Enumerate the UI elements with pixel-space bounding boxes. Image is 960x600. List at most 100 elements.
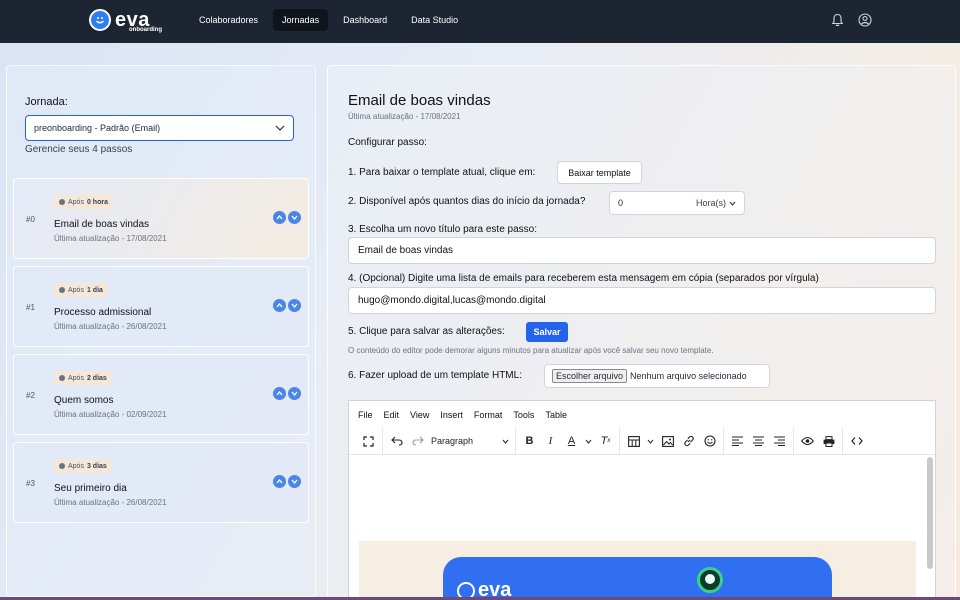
jornada-select[interactable]: preonboarding - Padrão (Email)	[25, 115, 294, 141]
chevron-down-icon	[502, 439, 509, 444]
download-template-button[interactable]: Baixar template	[557, 161, 642, 184]
redo-icon[interactable]	[410, 434, 425, 449]
clock-icon	[59, 199, 65, 205]
table-icon[interactable]	[626, 434, 641, 449]
move-up-icon[interactable]	[273, 387, 286, 400]
step-number: #1	[26, 303, 35, 312]
toolbar-group: Paragraph	[383, 428, 516, 454]
unit-select[interactable]: Hora(s)	[696, 198, 736, 208]
step-timing-badge: Após 2 dias	[54, 371, 112, 385]
menu-file[interactable]: File	[358, 410, 373, 420]
badge-prefix: Após	[68, 462, 84, 470]
move-down-icon[interactable]	[288, 299, 301, 312]
paragraph-select[interactable]: Paragraph	[431, 436, 509, 446]
editor-scrollbar[interactable]	[927, 457, 933, 569]
menu-insert[interactable]: Insert	[440, 410, 463, 420]
move-up-icon[interactable]	[273, 299, 286, 312]
menu-view[interactable]: View	[410, 410, 429, 420]
paragraph-select-value: Paragraph	[431, 436, 474, 446]
nav-item-data-studio[interactable]: Data Studio	[402, 9, 467, 31]
choose-file-button[interactable]: Escolher arquivo	[552, 369, 628, 383]
config-heading: Configurar passo:	[348, 137, 427, 148]
step-config-panel: Email de boas vindas Última atualização …	[327, 65, 956, 600]
nav-item-dashboard[interactable]: Dashboard	[334, 9, 396, 31]
nav-item-jornadas[interactable]: Jornadas	[273, 9, 329, 31]
emoji-icon[interactable]	[702, 434, 717, 449]
chevron-down-icon[interactable]	[585, 434, 592, 449]
toolbar-group	[620, 428, 724, 454]
editor-content[interactable]: eva	[349, 455, 935, 600]
step-title: Seu primeiro dia	[54, 483, 127, 494]
bell-icon[interactable]	[830, 13, 844, 27]
text-color-icon[interactable]: A	[564, 434, 579, 449]
nav-item-colaboradores[interactable]: Colaboradores	[190, 9, 267, 31]
undo-icon[interactable]	[389, 434, 404, 449]
italic-icon[interactable]: I	[543, 434, 558, 449]
step-card[interactable]: #2 Após 2 dias Quem somos Última atualiz…	[13, 354, 309, 435]
step-card[interactable]: #1 Após 1 dia Processo admissional Últim…	[13, 266, 309, 347]
step-title: Processo admissional	[54, 307, 152, 318]
step-reorder-controls	[273, 211, 301, 224]
toolbar-group	[794, 428, 843, 454]
source-code-icon[interactable]	[849, 434, 864, 449]
clock-icon	[59, 287, 65, 293]
move-down-icon[interactable]	[288, 211, 301, 224]
clear-format-icon[interactable]: Tx	[598, 434, 613, 449]
steps-count-text: Gerencie seus 4 passos	[25, 144, 133, 155]
toolbar-group	[355, 428, 383, 454]
move-up-icon[interactable]	[273, 211, 286, 224]
email-preview-header: eva	[443, 557, 832, 600]
step5-label: 5. Clique para salvar as alterações:	[348, 326, 505, 337]
cc-emails-input[interactable]: hugo@mondo.digital,lucas@mondo.digital	[348, 287, 936, 314]
save-button[interactable]: Salvar	[526, 322, 568, 342]
print-icon[interactable]	[821, 434, 836, 449]
days-input[interactable]: 0 Hora(s)	[609, 191, 745, 215]
editor-toolbar: Paragraph B I A Tx	[349, 428, 935, 455]
fullscreen-icon[interactable]	[361, 434, 376, 449]
step-card[interactable]: #0 Após 0 hora Email de boas vindas Últi…	[13, 178, 309, 259]
logo-smiley-icon	[89, 9, 111, 31]
align-left-icon[interactable]	[730, 434, 745, 449]
eva-logo[interactable]: eva onboarding	[89, 9, 162, 33]
nav-menu: Colaboradores Jornadas Dashboard Data St…	[190, 9, 467, 31]
badge-prefix: Após	[68, 286, 84, 294]
menu-table[interactable]: Table	[545, 410, 567, 420]
preview-eye-icon[interactable]	[800, 434, 815, 449]
step3-label: 3. Escolha um novo título para este pass…	[348, 224, 537, 235]
menu-tools[interactable]: Tools	[513, 410, 534, 420]
badge-value: 2 dias	[86, 374, 107, 382]
jornada-label: Jornada:	[25, 96, 68, 108]
page-title: Email de boas vindas	[348, 92, 491, 109]
step4-label: 4. (Opcional) Digite uma lista de emails…	[348, 273, 819, 284]
move-down-icon[interactable]	[288, 387, 301, 400]
clock-icon	[59, 463, 65, 469]
badge-value: 0 hora	[86, 198, 108, 206]
clock-icon	[59, 375, 65, 381]
step-updated: Última atualização - 26/08/2021	[54, 498, 167, 507]
chevron-down-icon	[275, 123, 285, 133]
chevron-down-icon	[729, 201, 736, 206]
menu-edit[interactable]: Edit	[384, 410, 400, 420]
move-down-icon[interactable]	[288, 475, 301, 488]
days-value: 0	[618, 198, 624, 208]
chevron-down-icon[interactable]	[647, 434, 654, 449]
toolbar-group: B I A Tx	[516, 428, 620, 454]
link-icon[interactable]	[681, 434, 696, 449]
step-reorder-controls	[273, 387, 301, 400]
step-reorder-controls	[273, 475, 301, 488]
astronaut-icon	[697, 567, 723, 593]
image-icon[interactable]	[660, 434, 675, 449]
menu-format[interactable]: Format	[474, 410, 503, 420]
move-up-icon[interactable]	[273, 475, 286, 488]
step-title-input[interactable]: Email de boas vindas	[348, 237, 936, 264]
bold-icon[interactable]: B	[522, 434, 537, 449]
html-editor: File Edit View Insert Format Tools Table	[348, 400, 936, 600]
align-right-icon[interactable]	[772, 434, 787, 449]
user-icon[interactable]	[858, 13, 872, 27]
step-timing-badge: Após 0 hora	[54, 195, 113, 209]
top-navbar: eva onboarding Colaboradores Jornadas Da…	[0, 0, 960, 43]
align-center-icon[interactable]	[751, 434, 766, 449]
step-card[interactable]: #3 Após 3 dias Seu primeiro dia Última a…	[13, 442, 309, 523]
step2-label: 2. Disponível após quantos dias do iníci…	[348, 196, 586, 207]
step-timing-badge: Após 3 dias	[54, 459, 112, 473]
